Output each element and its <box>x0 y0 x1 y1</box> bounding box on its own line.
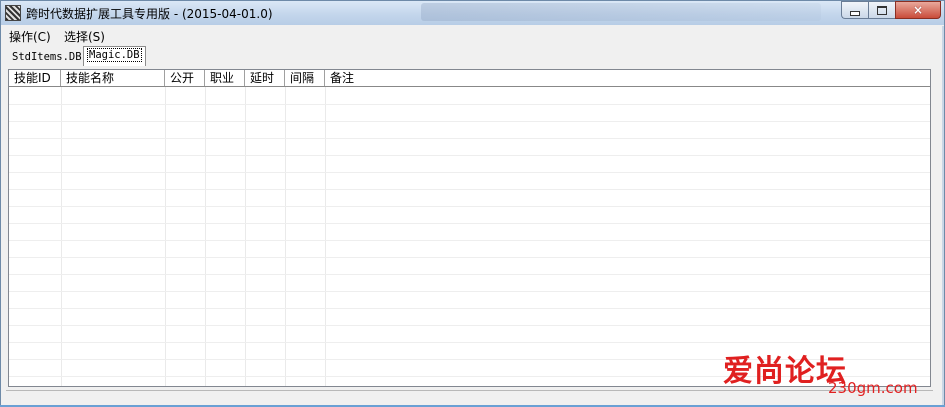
column-skill-id[interactable]: 技能ID <box>9 70 61 86</box>
forum-watermark: 爱尚论坛 230gm.com <box>723 357 918 398</box>
tab-strip: StdItems.DB Magic.DB <box>3 45 941 67</box>
skills-table[interactable]: 技能ID 技能名称 公开 职业 延时 间隔 备注 <box>8 69 931 387</box>
menu-select[interactable]: 选择(S) <box>64 28 105 45</box>
maximize-button[interactable] <box>868 1 895 19</box>
grid-row-line <box>9 257 930 258</box>
grid-row-line <box>9 240 930 241</box>
menu-operate[interactable]: 操作(C) <box>9 28 51 45</box>
status-bar <box>6 390 933 397</box>
close-button[interactable]: × <box>895 1 941 19</box>
tab-stditems-label: StdItems.DB <box>12 51 82 63</box>
title-bar[interactable]: 跨时代数据扩展工具专用版 - (2015-04-01.0) × <box>1 1 944 25</box>
close-icon: × <box>912 3 924 17</box>
table-header: 技能ID 技能名称 公开 职业 延时 间隔 备注 <box>9 70 930 87</box>
tab-magic-label: Magic.DB <box>87 48 142 62</box>
menu-bar: 操作(C) 选择(S) <box>1 26 944 44</box>
column-skill-name[interactable]: 技能名称 <box>61 70 165 86</box>
column-public[interactable]: 公开 <box>165 70 205 86</box>
minimize-button[interactable] <box>841 1 868 19</box>
minimize-icon <box>850 10 860 16</box>
app-window: 跨时代数据扩展工具专用版 - (2015-04-01.0) × 操作(C) 选择… <box>0 0 945 407</box>
window-controls: × <box>841 1 941 20</box>
grid-row-line <box>9 155 930 156</box>
grid-row-line <box>9 104 930 105</box>
grid-row-line <box>9 308 930 309</box>
grid-row-line <box>9 291 930 292</box>
grid-row-line <box>9 121 930 122</box>
column-delay[interactable]: 延时 <box>245 70 285 86</box>
grid-row-line <box>9 206 930 207</box>
column-job[interactable]: 职业 <box>205 70 245 86</box>
background-window-blur <box>421 3 821 21</box>
tab-magic[interactable]: Magic.DB <box>83 46 146 66</box>
grid-row-line <box>9 138 930 139</box>
grid-row-line <box>9 342 930 343</box>
grid-row-line <box>9 223 930 224</box>
grid-row-line <box>9 172 930 173</box>
column-interval[interactable]: 间隔 <box>285 70 325 86</box>
window-title: 跨时代数据扩展工具专用版 - (2015-04-01.0) <box>26 7 273 21</box>
tab-stditems[interactable]: StdItems.DB <box>9 49 85 66</box>
window-edge <box>942 26 944 406</box>
grid-row-line <box>9 189 930 190</box>
app-icon[interactable] <box>5 5 21 21</box>
maximize-icon <box>877 5 887 15</box>
watermark-url: 230gm.com <box>828 379 918 397</box>
column-remark[interactable]: 备注 <box>325 70 930 86</box>
grid-row-line <box>9 274 930 275</box>
grid-row-line <box>9 325 930 326</box>
